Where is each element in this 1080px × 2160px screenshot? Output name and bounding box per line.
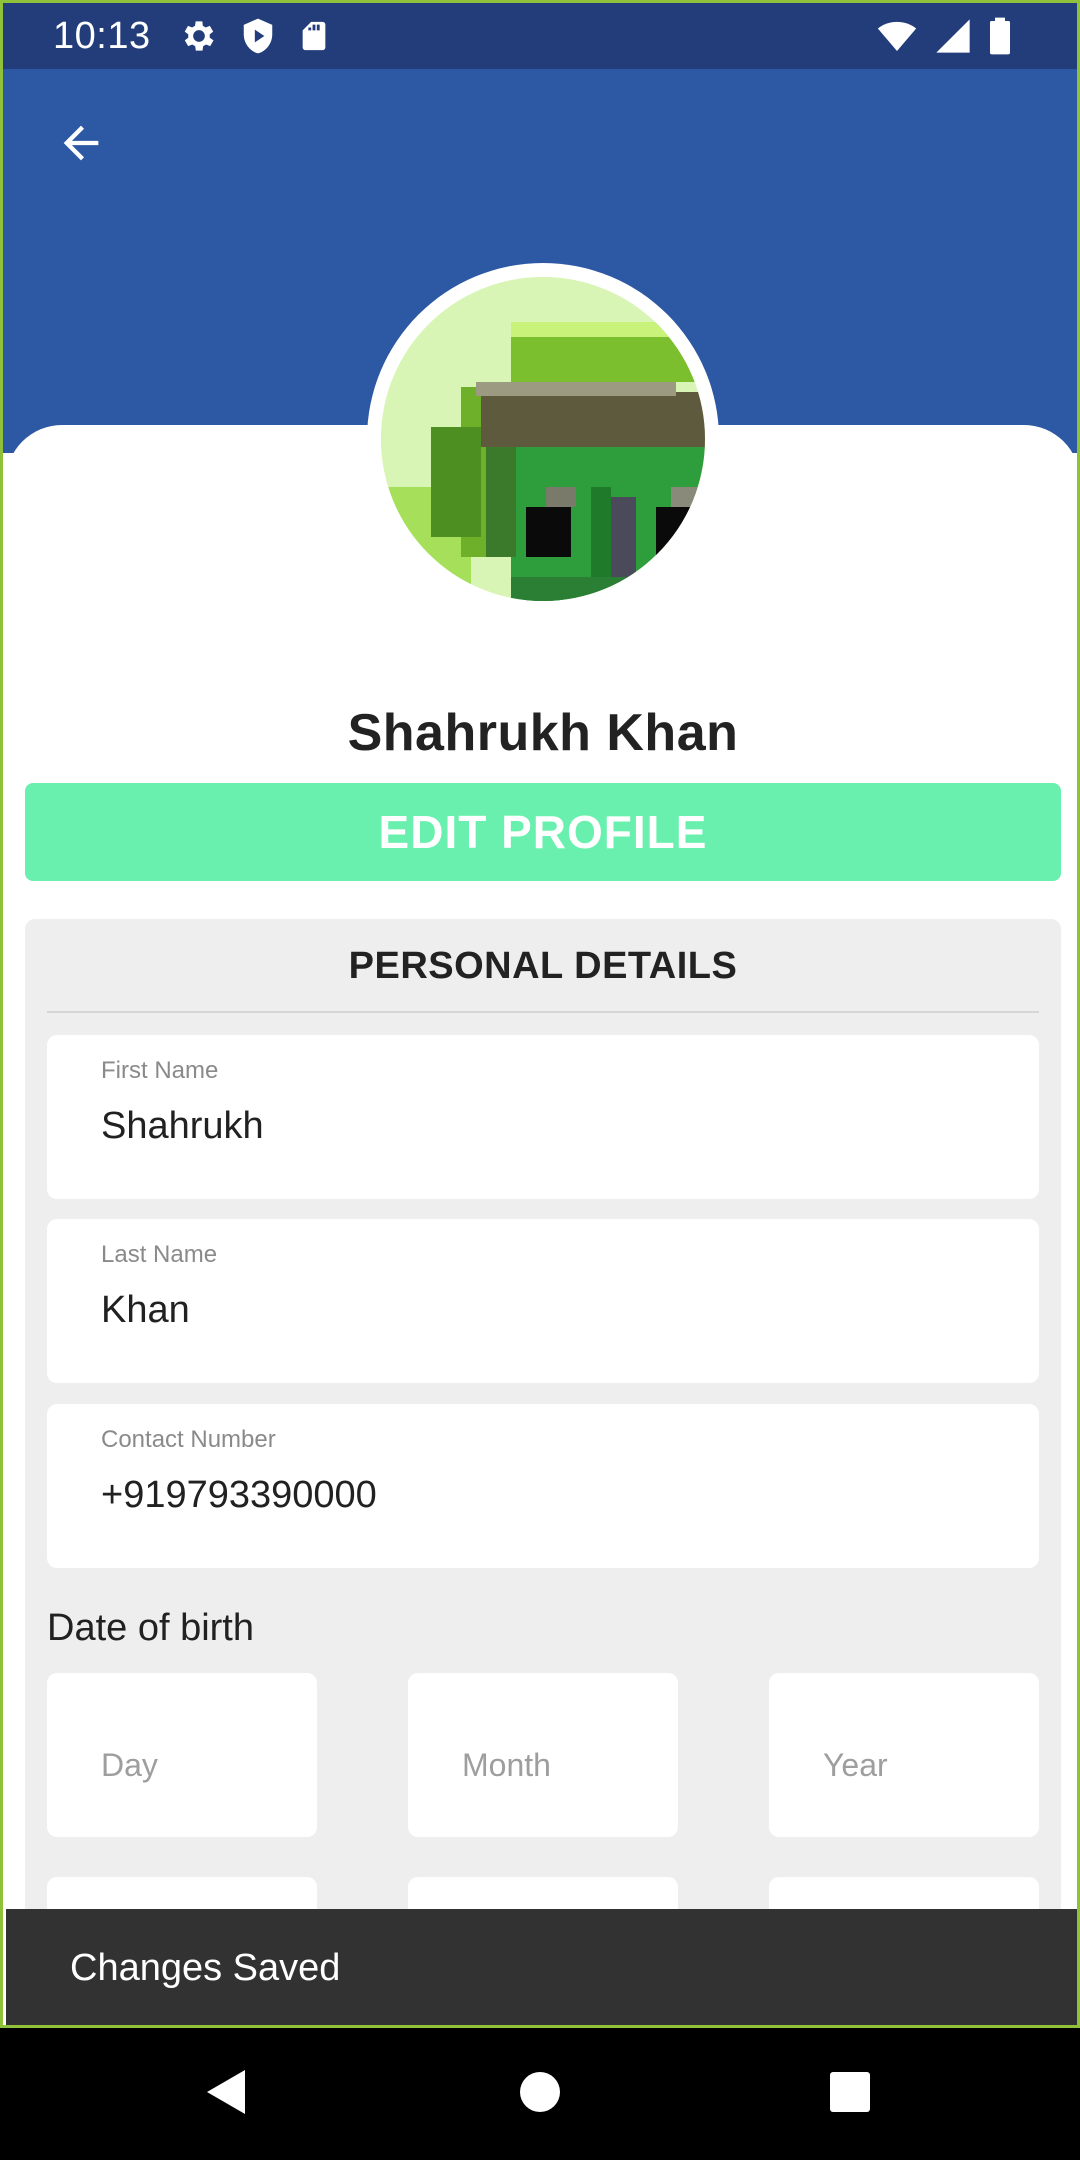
nav-home-button[interactable] <box>508 2062 572 2126</box>
contact-number-label: Contact Number <box>101 1426 276 1453</box>
dob-year-placeholder: Year <box>823 1747 888 1783</box>
personal-details-card: PERSONAL DETAILS First Name Shahrukh Las… <box>25 919 1061 2025</box>
first-name-field[interactable]: First Name Shahrukh <box>47 1035 1039 1199</box>
back-triangle-icon <box>203 2067 249 2122</box>
wifi-icon <box>875 16 919 61</box>
status-bar: 10:13 <box>3 3 1077 69</box>
cell-signal-icon <box>933 16 973 61</box>
snackbar: Changes Saved <box>6 1909 1077 2025</box>
avatar[interactable] <box>381 277 705 601</box>
system-nav-bar <box>0 2028 1080 2160</box>
avatar-image <box>381 277 705 601</box>
dob-year-field[interactable]: Year <box>769 1673 1039 1837</box>
recents-square-icon <box>829 2071 871 2118</box>
dob-label: Date of birth <box>47 1607 254 1649</box>
dob-month-field[interactable]: Month <box>408 1673 678 1837</box>
dob-day-field[interactable]: Day <box>47 1673 317 1837</box>
nav-recents-button[interactable] <box>818 2062 882 2126</box>
app-screen: 10:13 Shahrukh Khan EDIT PROFILE PERSONA… <box>0 0 1080 2028</box>
dob-day-placeholder: Day <box>101 1747 158 1783</box>
contact-number-field[interactable]: Contact Number +919793390000 <box>47 1404 1039 1568</box>
shield-play-icon <box>239 16 277 61</box>
nav-back-button[interactable] <box>194 2062 258 2126</box>
status-icons-right <box>875 16 1013 61</box>
edit-profile-button[interactable]: EDIT PROFILE <box>25 783 1061 881</box>
snackbar-message: Changes Saved <box>70 1947 341 1989</box>
contact-number-value: +919793390000 <box>101 1474 377 1516</box>
dob-month-placeholder: Month <box>462 1747 551 1783</box>
profile-name: Shahrukh Khan <box>347 704 739 762</box>
status-icons-left <box>179 16 331 61</box>
gear-icon <box>179 16 219 61</box>
first-name-value: Shahrukh <box>101 1105 264 1147</box>
last-name-value: Khan <box>101 1289 190 1331</box>
divider <box>47 1011 1039 1013</box>
back-button[interactable] <box>43 107 119 183</box>
battery-icon <box>987 16 1013 61</box>
arrow-left-icon <box>55 117 107 174</box>
personal-details-title: PERSONAL DETAILS <box>348 945 738 987</box>
status-time: 10:13 <box>53 15 151 57</box>
last-name-field[interactable]: Last Name Khan <box>47 1219 1039 1383</box>
sd-card-icon <box>297 16 331 61</box>
first-name-label: First Name <box>101 1057 219 1084</box>
home-circle-icon <box>518 2070 562 2119</box>
last-name-label: Last Name <box>101 1241 218 1268</box>
